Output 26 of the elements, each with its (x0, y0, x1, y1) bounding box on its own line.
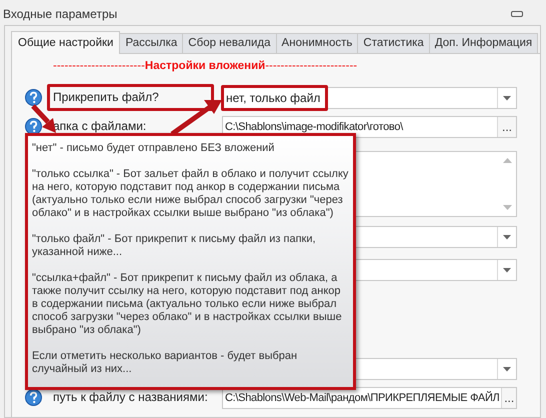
tooltip-paragraph: Если отметить несколько вариантов - будет выбран случайный из них... (32, 350, 298, 376)
browse-button[interactable]: ... (497, 117, 516, 137)
tab[interactable]: Статистика (358, 33, 430, 53)
minimize-icon[interactable] (511, 11, 523, 17)
dropdown-value: нет, только файл (225, 90, 322, 107)
field-label: Прикрепить файл? (53, 89, 159, 106)
tab[interactable]: Анонимность (276, 33, 358, 53)
panel-title: Входные параметры (3, 6, 118, 23)
tab[interactable]: Рассылка (120, 33, 184, 53)
tab[interactable]: Общие настройки (11, 31, 120, 54)
section-heading: ------------------------Настройки вложений------------------------ (53, 59, 358, 74)
field-label: апка с файлами: (53, 118, 146, 135)
tooltip-paragraph: "нет" - письмо будет отправлено БЕЗ вложений (32, 142, 276, 155)
tooltip-paragraph: "только файл" - Бот прикрепит к письму файл из папки, указанной ниже... (32, 233, 317, 259)
tab[interactable]: Сбор невалида (183, 33, 277, 53)
path-field[interactable]: C:\Shablons\image-modifikator\готово\ ... (222, 116, 517, 138)
path-field[interactable]: C:\Shablons\Web-Mail\рандом\ПРИКРЕПЛЯЕМЫЕ ФАЙЛ ... (222, 387, 517, 409)
field-label: путь к файлу с названиями: (53, 389, 208, 406)
path-value: C:\Shablons\image-modifikator\готово\ (224, 120, 404, 135)
tooltip-paragraph: "только ссылка" - Бот зальет файл в облако и получит ссылку на него, которую подставит под анкор в содержании письма (актуально только если ниже выбрал способ загрузки "через облако" и в настройках ссылки выше выбрано "из облака") (32, 168, 349, 220)
browse-button[interactable]: ... (501, 388, 516, 408)
tooltip-paragraph: "ссылка+файл" - Бот прикрепит к письму файл из облака, а также получит ссылку на него, которую подставит под анкор в содержании письма (актуально только если ниже выбрал способ загрузки "через облако" и в настройках ссылки выше выбрано "из облака") (32, 272, 343, 337)
dropdown[interactable]: нет, только файл (222, 87, 517, 109)
tab[interactable]: Доп. Информация (430, 33, 538, 53)
help-icon[interactable] (25, 89, 42, 106)
path-value: C:\Shablons\Web-Mail\рандом\ПРИКРЕПЛЯЕМЫЕ ФАЙЛ (224, 390, 500, 406)
